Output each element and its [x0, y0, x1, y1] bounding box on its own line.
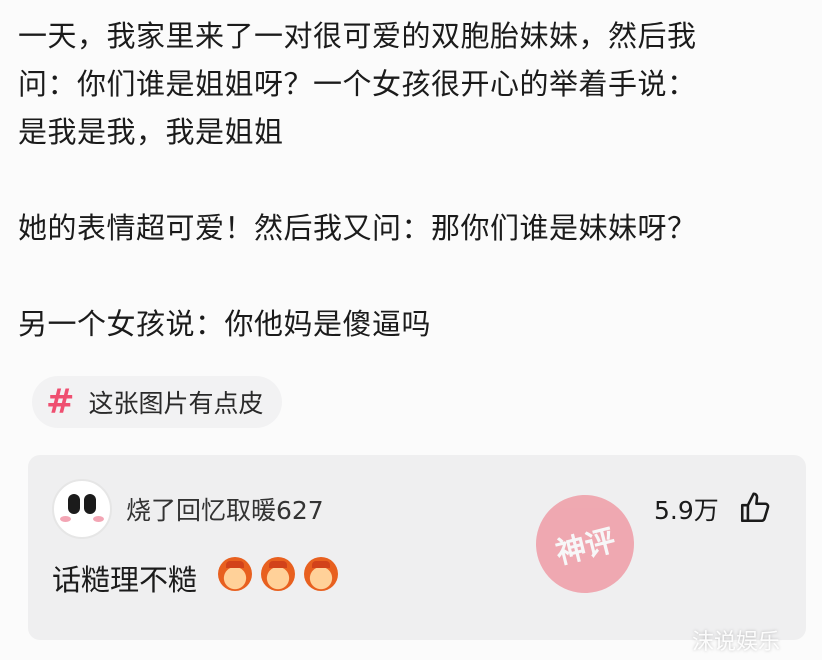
stamp-label: 神评: [552, 523, 620, 572]
comment-username[interactable]: 烧了回忆取暖627: [126, 491, 324, 527]
top-comment[interactable]: 烧了回忆取暖627 神评 5.9万 话糙理不糙: [28, 455, 806, 640]
thumbs-up-icon[interactable]: [738, 491, 772, 525]
topic-tag[interactable]: # 这张图片有点皮: [32, 376, 282, 428]
comment-text: 话糙理不糙: [52, 563, 198, 597]
hard-hat-face-icon: [304, 557, 338, 591]
topic-label: 这张图片有点皮: [88, 389, 264, 418]
post-text-line: 一天，我家里来了一对很可爱的双胞胎妹妹，然后我: [18, 19, 697, 53]
post-body: 一天，我家里来了一对很可爱的双胞胎妹妹，然后我 问：你们谁是姐姐呀？一个女孩很开…: [18, 12, 808, 348]
avatar[interactable]: [52, 479, 112, 539]
post-text-line: 是我是我，我是姐姐: [18, 115, 284, 149]
emoji-group: [218, 557, 338, 591]
post-text-line: 她的表情超可爱！然后我又问：那你们谁是妹妹呀？: [18, 211, 697, 245]
hard-hat-face-icon: [261, 557, 295, 591]
like-count: 5.9万: [654, 496, 719, 525]
post-text-line: 问：你们谁是姐姐呀？一个女孩很开心的举着手说：: [18, 67, 697, 101]
hashtag-icon: #: [46, 382, 75, 422]
watermark: 沫说娱乐: [692, 630, 781, 655]
post-text-line: 另一个女孩说：你他妈是傻逼吗: [18, 307, 432, 341]
top-comment-stamp: 神评: [525, 484, 645, 604]
hard-hat-face-icon: [218, 557, 252, 591]
